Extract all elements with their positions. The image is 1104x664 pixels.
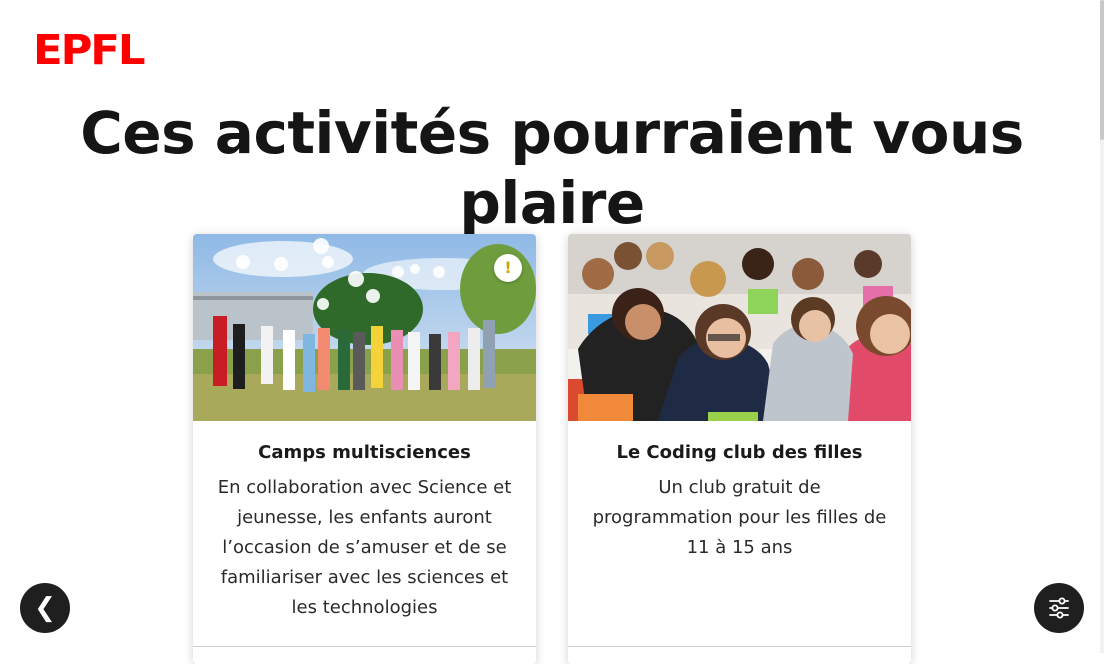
previous-button[interactable]: ❮ — [20, 583, 70, 633]
activity-card-coding-club[interactable]: Le Coding club des filles Un club gratui… — [568, 234, 911, 664]
card-divider — [568, 646, 911, 647]
sliders-icon — [1049, 597, 1069, 619]
chevron-left-icon: ❮ — [34, 593, 56, 623]
alert-badge[interactable]: ! — [494, 254, 522, 282]
epfl-logo[interactable]: EPFL — [33, 30, 146, 71]
activity-card-camps[interactable]: ! Camps multisciences En collaboration a… — [193, 234, 536, 664]
card-divider — [193, 646, 536, 647]
card-body: Camps multisciences En collaboration ave… — [193, 421, 536, 623]
card-description: Un club gratuit de programmation pour le… — [592, 477, 887, 558]
card-description: En collaboration avec Science et jeuness… — [217, 477, 512, 618]
card-body: Le Coding club des filles Un club gratui… — [568, 421, 911, 563]
card-image-coding-club — [568, 234, 911, 421]
filter-button[interactable] — [1034, 583, 1084, 633]
card-title[interactable]: Camps multisciences — [213, 441, 516, 465]
card-title[interactable]: Le Coding club des filles — [588, 441, 891, 465]
page-title: Ces activités pourraient vous plaire — [80, 99, 1024, 237]
card-image-camps — [193, 234, 536, 421]
